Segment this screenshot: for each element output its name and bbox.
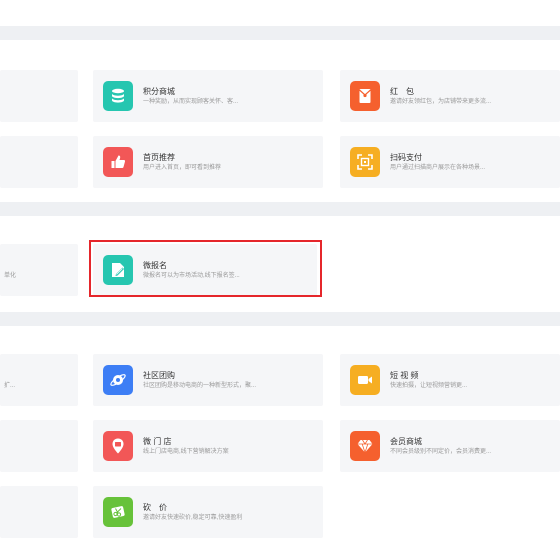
tool-card-micro-store[interactable]: 微 门 店 线上门店电商,线下营销解决方案	[93, 420, 323, 472]
tool-card-title: 社区团购	[143, 370, 175, 380]
tool-card-desc: 单化	[4, 273, 17, 279]
tool-card-desc: 快速拍摄，让短视频营销更...	[390, 382, 468, 389]
section-marketing-tools: 积分商城 一种奖励，从而实现顾客关怀、客... 红 包 邀请好友领红包，为店铺带…	[0, 40, 560, 202]
tool-card-member-mall[interactable]: 会员商城 不同会员级别不同定价，会员消费更...	[340, 420, 560, 472]
tool-card-points-mall[interactable]: 积分商城 一种奖励，从而实现顾客关怀、客...	[93, 70, 323, 122]
tool-card-title: 砍 价	[143, 502, 167, 512]
store-pin-icon	[103, 431, 133, 461]
diamond-icon	[350, 431, 380, 461]
scan-qr-icon	[350, 147, 380, 177]
tool-card-title: 微 门 店	[143, 436, 172, 446]
video-camera-icon	[350, 365, 380, 395]
tool-card-desc: 用户进入首页，即可看到推荐	[143, 164, 222, 171]
thumbs-up-icon	[103, 147, 133, 177]
tool-card-desc: 邀请好友领红包，为店铺带来更多流...	[390, 98, 492, 105]
tool-card-desc: 扩...	[4, 383, 16, 389]
top-bar	[0, 0, 560, 26]
tool-card-title: 短 视 频	[390, 370, 419, 380]
scissors-tag-icon	[103, 497, 133, 527]
tool-card-red-packet[interactable]: 红 包 邀请好友领红包，为店铺带来更多流...	[340, 70, 560, 122]
tool-card-partial[interactable]: 单化	[0, 244, 78, 296]
tool-card-partial[interactable]	[0, 136, 78, 188]
tool-card-desc: 用户通过扫描商户展示在各种场景...	[390, 164, 486, 171]
red-envelope-icon	[350, 81, 380, 111]
tool-card-desc: 一种奖励，从而实现顾客关怀、客...	[143, 98, 239, 105]
tool-card-desc: 社区团购是移动电商的一种新型形式，聚...	[143, 382, 257, 389]
tool-card-desc: 不同会员级别不同定价，会员消费更...	[390, 448, 492, 455]
tool-card-community-group-buy[interactable]: 社区团购 社区团购是移动电商的一种新型形式，聚...	[93, 354, 323, 406]
tool-card-partial[interactable]	[0, 70, 78, 122]
section-sales-tools: 扩... 社区团购 社区团购是移动电商的一种新型形式，聚... 短 视 频 快速…	[0, 326, 560, 560]
tool-card-desc: 邀请好友快速砍价,稳定可靠,快速盈利	[143, 514, 243, 521]
tool-card-bargain[interactable]: 砍 价 邀请好友快速砍价,稳定可靠,快速盈利	[93, 486, 323, 538]
tool-card-title: 积分商城	[143, 86, 175, 96]
section-activity-tools: 单化 微报名 微报名可以为市场活动,线下报名签...	[0, 216, 560, 312]
database-icon	[103, 81, 133, 111]
tool-card-short-video[interactable]: 短 视 频 快速拍摄，让短视频营销更...	[340, 354, 560, 406]
tool-card-desc: 线上门店电商,线下营销解决方案	[143, 448, 229, 455]
tool-card-scan-pay[interactable]: 扫码支付 用户通过扫描商户展示在各种场景...	[340, 136, 560, 188]
tool-card-title: 首页推荐	[143, 152, 175, 162]
tool-card-partial[interactable]	[0, 420, 78, 472]
tool-card-home-recommend[interactable]: 首页推荐 用户进入首页，即可看到推荐	[93, 136, 323, 188]
tool-card-title: 会员商城	[390, 436, 422, 446]
planet-icon	[103, 365, 133, 395]
tool-card-title: 红 包	[390, 86, 414, 96]
tool-card-partial[interactable]: 扩...	[0, 354, 78, 406]
selection-highlight	[89, 240, 322, 297]
tool-card-partial[interactable]	[0, 486, 78, 538]
tool-card-title: 扫码支付	[390, 152, 422, 162]
